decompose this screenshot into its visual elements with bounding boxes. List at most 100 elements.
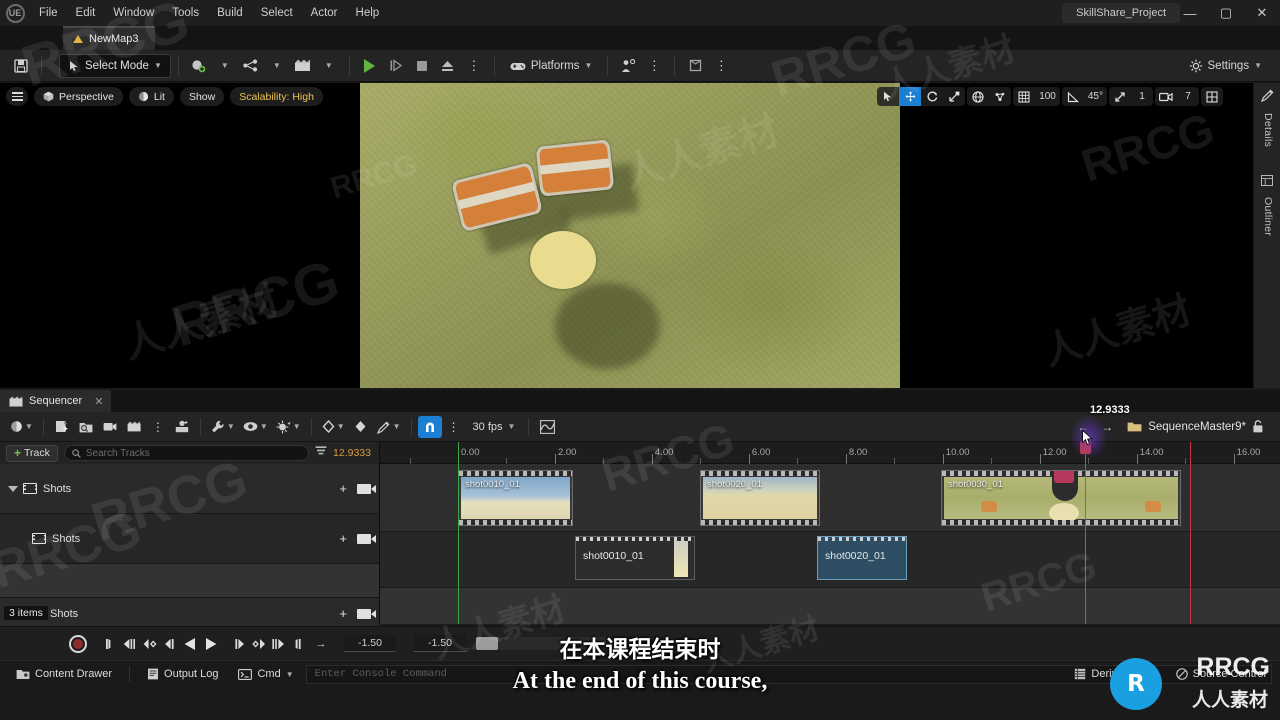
step-forward-frame-button[interactable] [228,633,248,655]
platforms-dropdown[interactable]: Platforms ▼ [502,54,601,78]
filter-icon[interactable] [315,446,327,460]
add-shot-icon[interactable]: + [339,481,347,496]
chevron-down-icon[interactable]: ▼ [264,54,290,78]
select-tool-icon[interactable] [877,87,899,106]
sub-shot-clip[interactable]: shot0010_01 [575,536,695,580]
deploy-icon[interactable] [615,54,641,78]
track-row-shots-root[interactable]: Shots + [0,464,379,514]
play-forward-button[interactable] [200,633,220,655]
jump-to-start-button[interactable] [100,633,120,655]
tools-wrench-icon[interactable]: ▼ [207,416,239,438]
level-tab-newmap3[interactable]: NewMap3 [63,26,155,50]
chevron-down-icon[interactable]: ▼ [316,54,342,78]
sequence-breadcrumb[interactable]: SequenceMaster9* [1127,421,1246,433]
camera-icon[interactable] [1155,87,1177,106]
expand-caret-icon[interactable] [8,485,18,492]
package-options-icon[interactable]: ⋮ [708,54,734,78]
scale-snap-value[interactable]: 1 [1131,87,1153,106]
grid-snap-icon[interactable] [1013,87,1035,106]
next-section-button[interactable] [268,633,288,655]
layout-grid-icon[interactable] [1201,87,1223,106]
menu-file[interactable]: File [30,0,67,26]
menu-build[interactable]: Build [208,0,252,26]
world-coordinate-icon[interactable] [967,87,989,106]
chevron-down-icon[interactable]: ▼ [212,54,238,78]
angle-snap-value[interactable]: 45° [1084,87,1107,106]
skip-play-button[interactable] [383,54,409,78]
play-options-icon[interactable]: ⋮ [461,54,487,78]
close-icon[interactable]: ✕ [94,395,103,408]
package-icon[interactable] [682,54,708,78]
sequencer-tab[interactable]: Sequencer ✕ [0,390,112,412]
curve-editor-icon[interactable]: ▼ [373,416,405,438]
scale-snap-icon[interactable] [1109,87,1131,106]
create-camera-icon[interactable] [98,416,122,438]
menu-actor[interactable]: Actor [302,0,347,26]
play-reverse-button[interactable] [180,633,200,655]
viewport-menu-icon[interactable] [6,87,28,106]
save-icon[interactable] [8,54,34,78]
search-tracks-input[interactable]: Search Tracks [63,445,310,461]
grid-snap-value[interactable]: 100 [1035,87,1060,106]
viewport-scalability[interactable]: Scalability: High [230,87,323,106]
step-forward-key-button[interactable] [248,633,268,655]
world-icon[interactable]: ▼ [6,416,37,438]
viewport-view-mode[interactable]: Perspective [34,87,123,106]
snap-options-icon[interactable]: ⋮ [442,416,466,438]
curves-overview-icon[interactable] [535,416,559,438]
play-button[interactable] [357,54,383,78]
key-interpolation-icon[interactable]: ▼ [318,416,349,438]
auto-key-icon[interactable]: ▼ [272,416,305,438]
key-filled-icon[interactable] [349,416,373,438]
viewport-lighting-mode[interactable]: Lit [128,87,174,106]
content-drawer-button[interactable]: Content Drawer [8,665,120,684]
menu-edit[interactable]: Edit [67,0,105,26]
blueprint-icon[interactable] [238,54,264,78]
rotate-tool-icon[interactable] [921,87,943,106]
step-back-key-button[interactable] [140,633,160,655]
surface-snap-icon[interactable] [989,87,1011,106]
new-sequence-icon[interactable] [50,416,74,438]
fps-dropdown[interactable]: 30 fps ▼ [466,416,523,438]
details-tab[interactable]: Details [1262,113,1274,147]
settings-dropdown[interactable]: Settings ▼ [1181,54,1270,78]
add-shot-icon[interactable]: + [339,531,347,546]
pen-tool-icon[interactable] [1260,89,1274,105]
menu-tools[interactable]: Tools [163,0,208,26]
track-row-shots-child[interactable]: Shots + [0,514,379,564]
end-time-field[interactable]: -1.50 [414,635,466,652]
open-sequence-icon[interactable] [74,416,98,438]
menu-window[interactable]: Window [104,0,163,26]
record-button[interactable] [68,633,88,655]
move-tool-icon[interactable] [899,87,922,106]
cmd-dropdown[interactable]: Cmd ▼ [230,665,301,684]
jump-to-end-button[interactable] [288,633,308,655]
stop-button[interactable] [409,54,435,78]
camera-speed-value[interactable]: 7 [1177,87,1199,106]
close-button[interactable]: ✕ [1244,0,1280,26]
viewport-show-menu[interactable]: Show [179,87,225,106]
deploy-options-icon[interactable]: ⋮ [641,54,667,78]
sequencer-timeline[interactable]: shot0010_01 shot0020_01 shot0030_01 shot… [380,404,1280,624]
menu-select[interactable]: Select [252,0,302,26]
level-viewport[interactable]: Perspective Lit Show Scalability: High 1… [0,83,1253,388]
add-shot-icon[interactable]: + [339,606,347,621]
camera-icon[interactable] [357,483,376,494]
loop-button[interactable]: → [308,633,334,655]
menu-help[interactable]: Help [347,0,389,26]
camera-icon[interactable] [357,533,376,544]
eject-button[interactable] [435,54,461,78]
playhead[interactable] [1080,441,1091,624]
timeline-scrollbar[interactable] [476,637,606,650]
scale-tool-icon[interactable] [943,87,965,106]
select-mode-dropdown[interactable]: Select Mode ▼ [59,53,171,78]
snap-magnet-icon[interactable] [417,415,442,438]
camera-icon[interactable] [357,608,376,619]
visibility-eye-icon[interactable]: ▼ [239,416,272,438]
render-options-icon[interactable]: ⋮ [146,416,170,438]
lock-icon[interactable] [1246,416,1270,438]
cinematics-icon[interactable] [290,54,316,78]
step-back-frame-button[interactable] [160,633,180,655]
start-time-field[interactable]: -1.50 [344,635,396,652]
scrollbar-thumb[interactable] [476,637,498,650]
